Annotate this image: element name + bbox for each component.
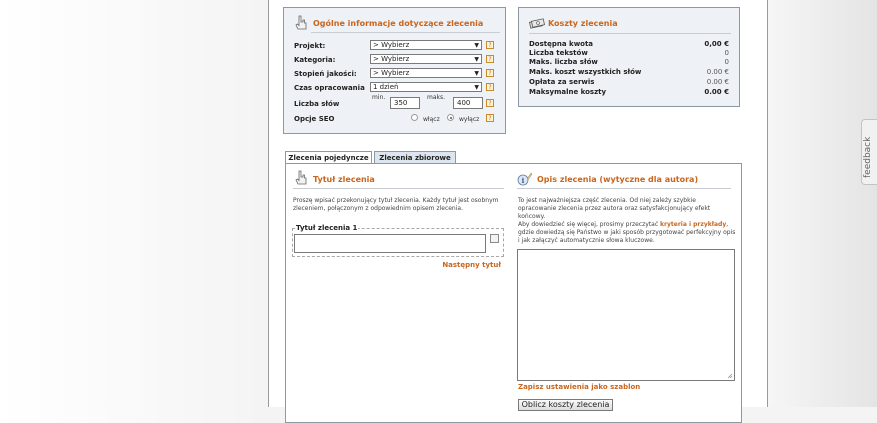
seo-label: Opcje SEO [294,115,335,123]
cost-value: 0 [724,49,729,57]
max-words-input[interactable]: 400 [453,97,483,109]
title-field-label: Tytuł zlecenia 1 [295,224,359,232]
help-icon[interactable]: ? [486,99,494,107]
order-description-heading: Opis zlecenia (wytyczne dla autora) [537,175,699,184]
min-label: min. [372,94,386,101]
page-content: Ogólne informacje dotyczące zlecenia Pro… [268,0,768,423]
cost-value: 0.00 € [704,88,729,96]
max-label: maks. [427,94,446,101]
cash-icon [529,18,545,29]
help-icon[interactable]: ? [486,55,494,63]
title-input[interactable] [294,234,486,253]
resize-handle-icon[interactable] [727,373,733,379]
min-words-input[interactable]: 350 [390,97,420,109]
cost-value: 0.00 € [706,68,729,76]
right-background [768,0,877,407]
cost-label: Liczba tekstów [529,49,588,57]
dropdown-arrow-icon: ▼ [474,70,479,77]
costs-title: Koszty zlecenia [548,19,618,28]
save-template-link[interactable]: Zapisz ustawienia jako szablon [518,383,640,391]
quality-select[interactable]: > Wybierz ▼ [370,68,482,78]
cost-label: Maksymalne koszty [529,88,607,96]
title-underline [311,32,500,33]
help-icon[interactable]: ? [486,114,494,122]
svg-text:i: i [522,176,525,185]
cost-label: Maks. koszt wszystkich słów [529,68,642,76]
hand-pointer-icon [295,15,307,30]
next-title-link[interactable]: Następny tytuł [442,261,501,269]
description-textarea[interactable] [517,249,735,381]
general-info-title: Ogólne informacje dotyczące zlecenia [313,19,484,28]
cost-value: 0.00 € [706,78,729,86]
cost-label: Opłata za serwis [529,78,595,86]
title-underline [529,33,731,34]
project-select[interactable]: > Wybierz ▼ [370,40,482,50]
cost-value: 0,00 € [704,40,729,48]
project-label: Projekt: [294,42,326,50]
order-description-text: To jest najważniejsza część zlecenia. Od… [518,197,736,244]
calculate-costs-button[interactable]: Oblicz koszty zlecenia [518,399,613,411]
help-icon[interactable]: ? [486,69,494,77]
order-title-description: Proszę wpisać przekonujący tytuł zleceni… [293,197,499,212]
quality-label: Stopień jakości: [294,70,357,78]
dropdown-arrow-icon: ▼ [474,84,479,91]
cost-value: 0 [724,58,729,66]
feedback-label: feedback [863,136,873,178]
hand-pointer-icon [295,170,307,185]
general-info-panel: Ogólne informacje dotyczące zlecenia Pro… [283,7,506,134]
feedback-tab[interactable]: feedback [861,119,877,185]
title-underline [293,188,504,189]
category-select[interactable]: > Wybierz ▼ [370,54,482,64]
help-icon[interactable]: ? [486,83,494,91]
seo-off-radio[interactable] [447,114,454,121]
dropdown-arrow-icon: ▼ [474,56,479,63]
category-label: Kategoria: [294,56,336,64]
title-underline [517,188,731,189]
criteria-examples-link[interactable]: kryteria i przykłady [660,221,726,228]
seo-on-radio[interactable] [411,114,418,121]
cost-label: Maks. liczba słów [529,58,598,66]
seo-off-label: wyłącz [459,116,480,123]
seo-on-label: włącz [423,116,440,123]
time-label: Czas opracowania [294,84,365,92]
help-icon[interactable]: ? [486,41,494,49]
words-label: Liczba słów [294,100,340,108]
costs-panel: Koszty zlecenia Dostępna kwota 0,00 € Li… [518,7,740,107]
info-pen-icon: i [517,172,533,186]
cost-label: Dostępna kwota [529,40,594,48]
time-select[interactable]: 1 dzień ▼ [370,82,482,92]
order-title-heading: Tytuł zlecenia [313,175,375,184]
dropdown-arrow-icon: ▼ [474,42,479,49]
title-checkbox[interactable] [490,234,499,243]
